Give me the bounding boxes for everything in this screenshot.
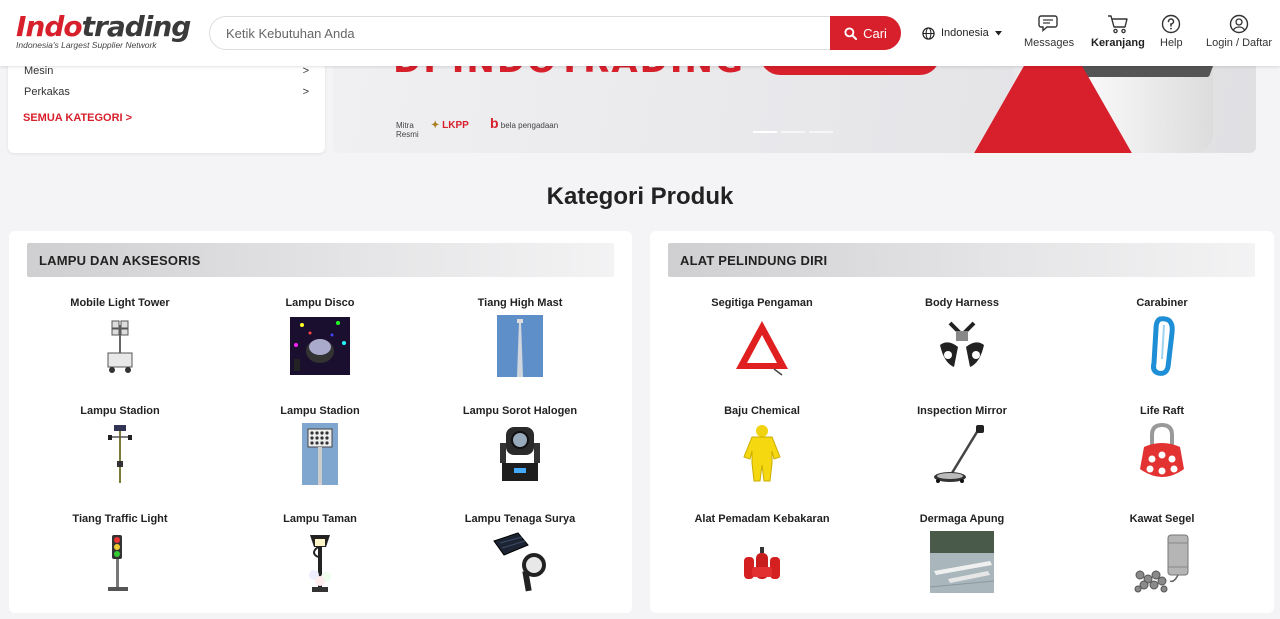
lockout-hasp-image (1140, 423, 1184, 477)
product-category-label: Lampu Disco (285, 297, 355, 309)
solar-lamp-image (493, 532, 546, 592)
product-category-label: Life Raft (1140, 405, 1184, 417)
search-input[interactable] (210, 17, 830, 49)
product-category-label: Alat Pemadam Kebakaran (694, 513, 830, 525)
product-category-label: Tiang High Mast (477, 297, 563, 309)
product-category-item[interactable]: Mobile Light Tower (30, 297, 210, 387)
product-category-item[interactable]: Tiang Traffic Light (30, 513, 210, 603)
search-bar: Cari (209, 16, 901, 50)
category-menu-item-perkakas[interactable]: Perkakas > (24, 86, 309, 98)
logo-wordmark: Indotrading (16, 10, 191, 43)
category-menu-label: Perkakas (24, 86, 70, 98)
product-category-item[interactable]: Segitiga Pengaman (672, 297, 852, 387)
all-categories-link[interactable]: SEMUA KATEGORI > (23, 112, 132, 124)
stadium-floodlight-image (302, 423, 338, 485)
chevron-right-icon: > (302, 65, 309, 77)
category-menu-item-mesin[interactable]: Mesin > (24, 65, 309, 77)
login-label: Login / Daftar (1206, 37, 1273, 49)
category-menu: Mesin > Perkakas > SEMUA KATEGORI > (8, 55, 325, 153)
product-category-item[interactable]: Life Raft (1072, 405, 1252, 495)
body-harness-image (940, 321, 984, 367)
mobile-light-tower-image (107, 320, 133, 373)
bela-pengadaan-logo: b bela pengadaan (490, 115, 559, 131)
category-card-apd: ALAT PELINDUNG DIRI Segitiga Pengaman Bo… (650, 231, 1274, 613)
product-category-label: Inspection Mirror (917, 405, 1007, 417)
product-category-item[interactable]: Body Harness (872, 297, 1052, 387)
section-title: Kategori Produk (546, 183, 734, 210)
banner-mitra-text: Mitra Resmi (396, 121, 419, 139)
product-category-item[interactable]: Lampu Taman (230, 513, 410, 603)
high-mast-pole-image (497, 315, 543, 377)
stadium-light-pole-image (108, 425, 132, 483)
product-category-label: Carabiner (1136, 297, 1188, 309)
fire-extinguisher-image (744, 547, 780, 579)
product-category-item[interactable]: Lampu Sorot Halogen (430, 405, 610, 495)
messages-label: Messages (1024, 37, 1075, 49)
chat-icon (1038, 15, 1058, 33)
garden-lamp-image (309, 535, 331, 592)
product-category-item[interactable]: Lampu Tenaga Surya (430, 513, 610, 603)
cart-icon (1107, 15, 1128, 34)
product-category-item[interactable]: Alat Pemadam Kebakaran (672, 513, 852, 603)
product-category-item[interactable]: Dermaga Apung (872, 513, 1052, 603)
product-category-label: Body Harness (925, 297, 999, 309)
category-card-title[interactable]: LAMPU DAN AKSESORIS (27, 243, 614, 277)
product-category-item[interactable]: Lampu Stadion (230, 405, 410, 495)
product-category-label: Segitiga Pengaman (711, 297, 813, 309)
category-card-title[interactable]: ALAT PELINDUNG DIRI (668, 243, 1255, 277)
product-category-item[interactable]: Carabiner (1072, 297, 1252, 387)
floating-dock-image (930, 531, 994, 593)
search-button[interactable]: Cari (830, 16, 901, 50)
traffic-light-image (108, 535, 128, 591)
help-icon (1162, 14, 1181, 34)
product-category-item[interactable]: Baju Chemical (672, 405, 852, 495)
product-category-item[interactable]: Lampu Stadion (30, 405, 210, 495)
product-category-item[interactable]: Kawat Segel (1072, 513, 1252, 603)
product-category-label: Lampu Sorot Halogen (462, 405, 578, 417)
product-category-item[interactable]: Inspection Mirror (872, 405, 1052, 495)
product-category-label: Tiang Traffic Light (72, 513, 168, 525)
product-category-label: Dermaga Apung (919, 513, 1005, 525)
search-button-label: Cari (863, 25, 887, 41)
chevron-right-icon: > (302, 86, 309, 98)
moving-head-light-image (500, 427, 540, 481)
site-logo[interactable]: Indotrading Indonesia's Largest Supplier… (16, 10, 191, 52)
login-button[interactable]: Login / Daftar (1206, 14, 1272, 54)
language-label: Indonesia (941, 27, 989, 39)
logo-tagline: Indonesia's Largest Supplier Network (16, 40, 157, 50)
user-icon (1229, 14, 1249, 34)
category-card-lampu: LAMPU DAN AKSESORIS Mobile Light Tower L… (9, 231, 632, 613)
disco-light-image (290, 317, 350, 375)
carousel-indicators[interactable] (753, 131, 833, 133)
product-category-item[interactable]: Lampu Disco (230, 297, 410, 387)
category-menu-label: Mesin (24, 65, 54, 77)
help-label: Help (1160, 37, 1183, 49)
cart-label: Keranjang (1091, 37, 1145, 49)
messages-button[interactable]: Messages (1024, 14, 1074, 54)
caret-down-icon (994, 30, 1002, 35)
inspection-mirror-image (934, 425, 984, 483)
product-category-item[interactable]: Tiang High Mast (430, 297, 610, 387)
help-button[interactable]: Help (1160, 14, 1183, 54)
product-category-label: Lampu Taman (283, 513, 357, 525)
product-category-label: Lampu Tenaga Surya (464, 513, 576, 525)
lkpp-logo: ✦ LKPP (431, 120, 469, 131)
language-selector[interactable]: Indonesia (922, 24, 1002, 42)
chemical-suit-image (743, 425, 781, 482)
banner-red-shape (973, 55, 1133, 153)
product-category-label: Lampu Stadion (280, 405, 360, 417)
top-header: Indotrading Indonesia's Largest Supplier… (0, 0, 1280, 66)
carabiner-image (1151, 316, 1175, 376)
product-category-label: Lampu Stadion (80, 405, 160, 417)
warning-triangle-image (736, 321, 788, 376)
product-category-label: Kawat Segel (1129, 513, 1195, 525)
cart-button[interactable]: Keranjang (1091, 14, 1145, 54)
promo-banner[interactable]: DI INDOTRADING Mitra Resmi ✦ LKPP b bela… (333, 55, 1256, 153)
seal-wire-image (1134, 534, 1189, 593)
globe-icon (922, 26, 935, 40)
search-icon (844, 26, 858, 40)
product-category-label: Baju Chemical (724, 405, 800, 417)
product-category-label: Mobile Light Tower (70, 297, 170, 309)
